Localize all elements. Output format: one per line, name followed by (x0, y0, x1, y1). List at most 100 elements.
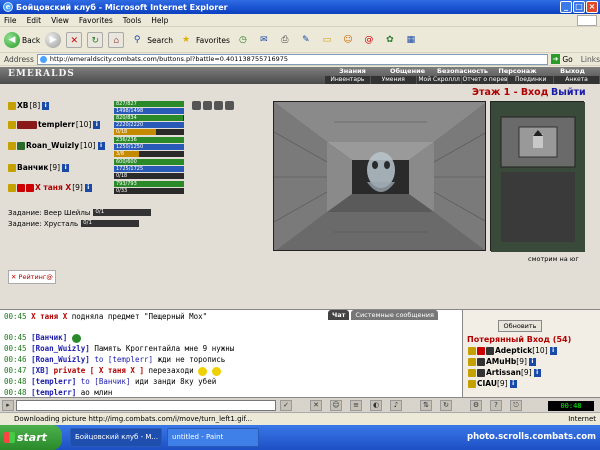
exit-link[interactable]: Выйти (551, 87, 586, 98)
player-entry[interactable]: X таня X [9] i (8, 183, 92, 192)
status-bar: Downloading picture http://img.combats.c… (0, 412, 600, 425)
info-icon[interactable]: i (549, 346, 557, 355)
task-list: Задание: Веер Шейлы 0/1 Задание: Хрустал… (8, 207, 152, 229)
help-icon[interactable]: ? (490, 400, 502, 411)
player-entry[interactable]: XB [8] i (8, 101, 50, 110)
menu-view[interactable]: View (51, 16, 69, 25)
icq-icon[interactable]: ✿ (382, 32, 398, 48)
nav-fights[interactable]: Поединки (508, 76, 555, 84)
info-icon[interactable]: i (528, 357, 536, 366)
game-header: EMERALDS Знания Общение Безопасность Пер… (0, 67, 600, 84)
info-icon[interactable]: i (509, 379, 517, 388)
chat-input-bar: ▸ ✓ ✕ ☺ ≡ ◐ ♪ ⇅ ↻ ⚙ ? ⎋ 00:48 (0, 397, 600, 412)
occupant-entry[interactable]: Adeptick [10] i (468, 346, 557, 355)
nav-character[interactable]: Персонаж (490, 67, 545, 76)
clan-icon (477, 368, 485, 377)
links-button[interactable]: Links (581, 55, 600, 64)
occupant-entry[interactable]: CIAU [9] i (468, 379, 517, 388)
nav-exit[interactable]: Выход (545, 67, 600, 76)
chat-line: 00:48 [templerr] ао млин (4, 388, 113, 397)
minimize-button[interactable]: _ (560, 1, 572, 13)
rating-badge[interactable]: ✕ Рейтинг@ (8, 270, 56, 284)
dungeon-view[interactable] (273, 101, 486, 251)
page-content: EMERALDS Знания Общение Безопасность Пер… (0, 67, 600, 309)
refresh-button[interactable]: Обновить (498, 320, 542, 332)
mail-icon[interactable]: ✉ (256, 32, 272, 48)
player-entry[interactable]: Ванчик [9] i (8, 163, 70, 172)
minimap[interactable] (490, 101, 585, 252)
info-icon[interactable]: i (62, 163, 70, 172)
forward-button[interactable]: ▶ (45, 32, 62, 48)
shield-icon[interactable] (203, 101, 212, 110)
close-button[interactable]: × (586, 1, 598, 13)
folder-icon[interactable]: ▭ (319, 32, 335, 48)
refresh-icon[interactable]: ↻ (87, 32, 104, 48)
go-arrow-icon[interactable]: ➜ (550, 54, 561, 64)
scroll-icon[interactable]: ⇅ (420, 400, 432, 411)
occupant-entry[interactable]: Artissan [9] i (468, 368, 541, 377)
history-icon[interactable]: ◷ (235, 32, 251, 48)
menu-file[interactable]: File (4, 16, 17, 25)
menu-tools[interactable]: Tools (123, 16, 141, 25)
nav-profile[interactable]: Анкета (554, 76, 600, 84)
clear-icon[interactable]: ✕ (310, 400, 322, 411)
player-bars: 600/600 1725/1725 0/18 (114, 159, 184, 180)
mana-bar: 1725/1725 (114, 166, 184, 172)
chat-input[interactable] (16, 400, 276, 411)
nav-communication[interactable]: Общение (380, 67, 435, 76)
address-input[interactable]: http://emeraldscity.combats.com/buttons.… (36, 53, 548, 65)
player-entry[interactable]: Roan_Wuizly [10] i (8, 141, 105, 150)
home-icon[interactable]: ⌂ (108, 32, 125, 48)
start-button[interactable]: start (0, 425, 62, 450)
messenger-icon[interactable]: ☺ (340, 32, 356, 48)
taskbar-item-paint[interactable]: untitled - Paint (167, 428, 259, 447)
sound-icon[interactable]: ♪ (390, 400, 402, 411)
options-icon[interactable]: ⚙ (470, 400, 482, 411)
info-icon[interactable]: i (84, 183, 92, 192)
shield-icon[interactable] (192, 101, 201, 110)
exit-chat-icon[interactable]: ⎋ (510, 400, 522, 411)
info-icon[interactable]: i (93, 120, 101, 129)
edit-icon[interactable]: ✎ (298, 32, 314, 48)
shield-icon[interactable] (214, 101, 223, 110)
go-button[interactable]: Go (562, 55, 572, 64)
top-nav: Знания Общение Безопасность Персонаж Вых… (325, 67, 600, 76)
player-bars: 236/236 1250/1250 3/8 (114, 137, 184, 158)
menu-favorites[interactable]: Favorites (79, 16, 113, 25)
nav-inventory[interactable]: Инвентарь (325, 76, 371, 84)
refresh-chat-icon[interactable]: ↻ (440, 400, 452, 411)
maximize-button[interactable]: □ (573, 1, 585, 13)
search-button[interactable]: ⚲ Search (129, 32, 173, 48)
dungeon-corridor-image (274, 102, 485, 250)
taskbar-item-ie[interactable]: Бойцовский клуб - M... (70, 428, 162, 447)
player-entry[interactable]: templerr [10] i (8, 120, 101, 129)
favorites-button[interactable]: ★ Favorites (178, 32, 230, 48)
fatigue-bar: 0/33 (114, 188, 184, 194)
menu-help[interactable]: Help (151, 16, 168, 25)
chat-line: 00:48 [templerr] to [Ванчик] иди занди 8… (4, 377, 217, 386)
nav-security[interactable]: Безопасность (435, 67, 490, 76)
print-icon[interactable]: ⎙ (277, 32, 293, 48)
nav-skills[interactable]: Умения (371, 76, 417, 84)
address-label: Address (4, 54, 34, 64)
info-icon[interactable]: i (42, 101, 50, 110)
nav-transfer-report[interactable]: Отчет о переводах (462, 76, 509, 84)
nav-my-scroll[interactable]: Мой Скроллл (417, 76, 463, 84)
send-icon[interactable]: ✓ (280, 400, 292, 411)
stop-icon[interactable]: ✕ (66, 32, 83, 48)
clan-icon (8, 120, 16, 129)
filter-icon[interactable]: ◐ (370, 400, 382, 411)
chat-menu-icon[interactable]: ▸ (2, 400, 14, 411)
nav-knowledge[interactable]: Знания (325, 67, 380, 76)
smiles-icon[interactable]: ☺ (330, 400, 342, 411)
system-tray: photo.scrolls.combats.com (430, 425, 600, 450)
occupant-entry[interactable]: AMuHb [9] i (468, 357, 536, 366)
info-icon[interactable]: i (97, 141, 105, 150)
back-button[interactable]: ◀ Back (4, 32, 40, 48)
menu-edit[interactable]: Edit (27, 16, 42, 25)
at-sign-icon[interactable]: @ (361, 32, 377, 48)
shield-icon[interactable] (225, 101, 234, 110)
research-icon[interactable]: ▦ (403, 32, 419, 48)
translit-icon[interactable]: ≡ (350, 400, 362, 411)
info-icon[interactable]: i (533, 368, 541, 377)
